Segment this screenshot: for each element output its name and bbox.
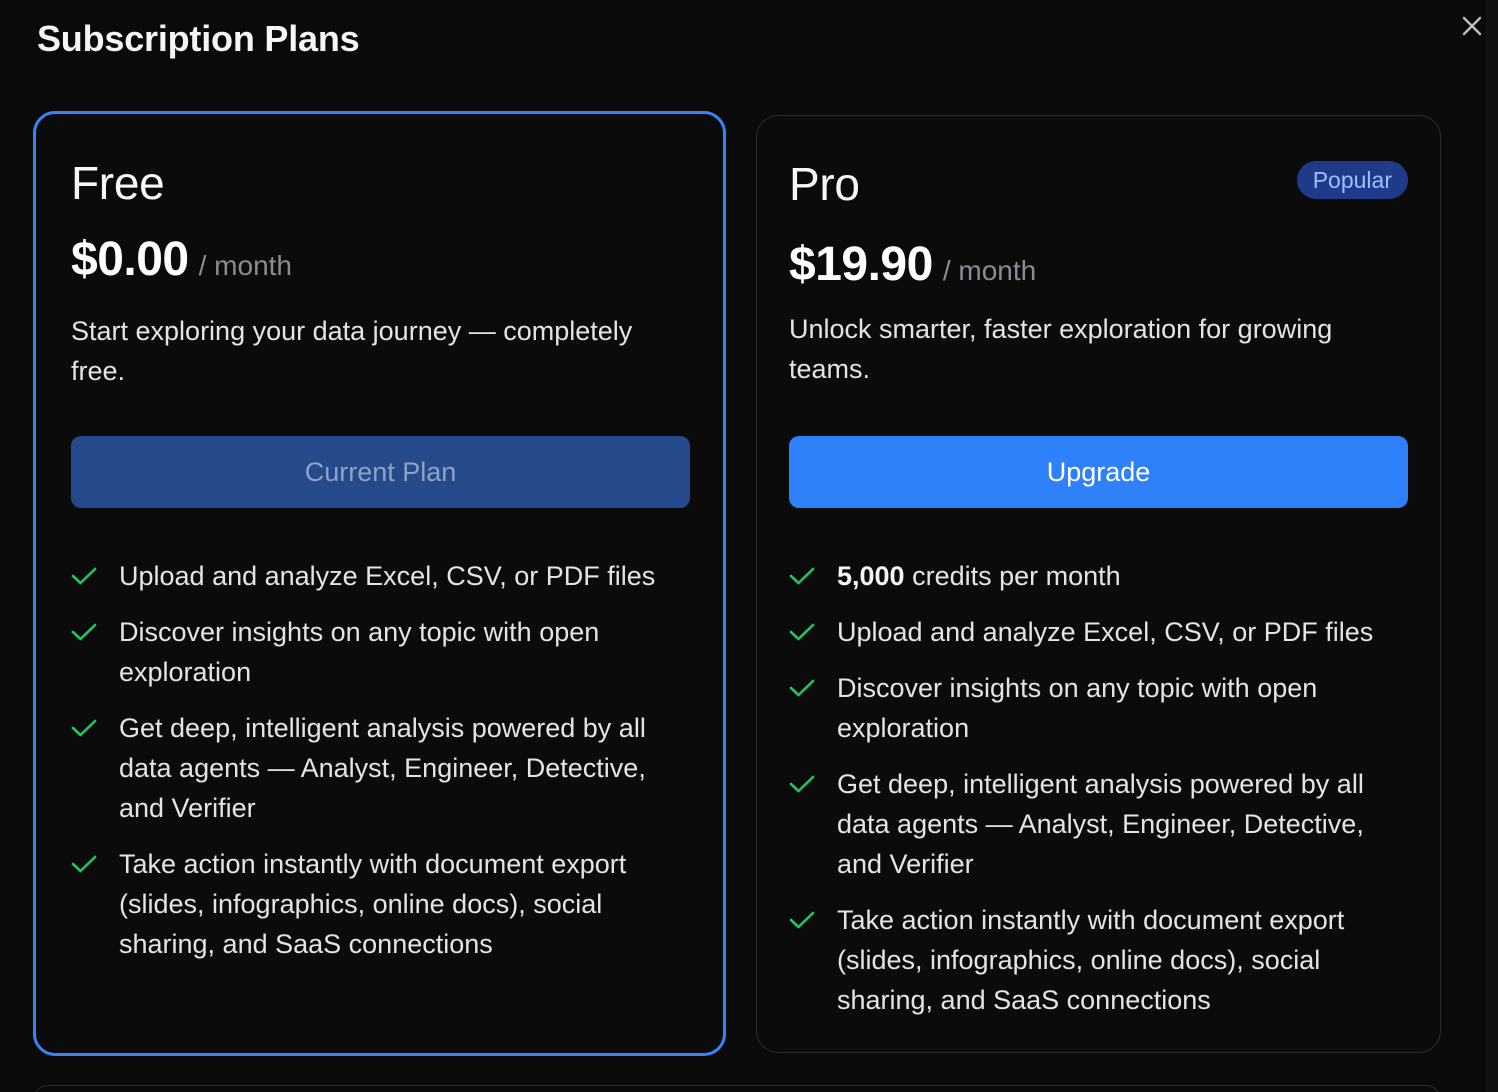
- plan-name: Pro: [789, 158, 860, 210]
- credits-text: credits per month: [904, 561, 1121, 591]
- feature-item-credits: 5,000 credits per month: [789, 556, 1389, 596]
- current-plan-button[interactable]: Current Plan: [71, 436, 690, 508]
- feature-text: Upload and analyze Excel, CSV, or PDF fi…: [119, 561, 656, 591]
- feature-item: Get deep, intelligent analysis powered b…: [71, 708, 671, 828]
- next-card-edge: [33, 1085, 1441, 1092]
- upgrade-button[interactable]: Upgrade: [789, 436, 1408, 508]
- check-icon: [789, 668, 821, 708]
- plan-description: Start exploring your data journey — comp…: [71, 316, 633, 386]
- close-button[interactable]: [1456, 10, 1488, 42]
- plan-period: / month: [942, 255, 1037, 286]
- check-icon: [71, 556, 103, 596]
- feature-text: Discover insights on any topic with open…: [837, 673, 1318, 743]
- feature-item: Take action instantly with document expo…: [789, 900, 1389, 1020]
- price-row: $19.90 / month: [789, 237, 1036, 292]
- credits-amount: 5,000: [837, 561, 905, 591]
- popular-badge: Popular: [1296, 161, 1408, 199]
- plan-price: $19.90: [789, 238, 933, 291]
- feature-item: Upload and analyze Excel, CSV, or PDF fi…: [71, 556, 671, 596]
- plan-card-free: Free $0.00 / month Start exploring your …: [33, 111, 726, 1056]
- feature-list: Upload and analyze Excel, CSV, or PDF fi…: [71, 556, 671, 980]
- check-icon: [789, 556, 821, 596]
- feature-text: Discover insights on any topic with open…: [119, 617, 600, 687]
- feature-text: Take action instantly with document expo…: [837, 905, 1345, 1015]
- price-row: $0.00 / month: [71, 232, 292, 287]
- check-icon: [71, 708, 103, 748]
- subscription-modal: Subscription Plans Free $0.00 / month St…: [0, 0, 1498, 1092]
- plan-period: / month: [198, 250, 293, 281]
- feature-item: Take action instantly with document expo…: [71, 844, 671, 964]
- feature-text: Take action instantly with document expo…: [119, 849, 627, 959]
- check-icon: [789, 612, 821, 652]
- plan-name: Free: [71, 157, 165, 209]
- feature-text: Get deep, intelligent analysis powered b…: [837, 769, 1364, 879]
- feature-item: Discover insights on any topic with open…: [71, 612, 671, 692]
- plan-card-pro: Pro Popular $19.90 / month Unlock smarte…: [756, 115, 1441, 1053]
- feature-item: Upload and analyze Excel, CSV, or PDF fi…: [789, 612, 1389, 652]
- close-icon: [1462, 16, 1482, 36]
- plan-description: Unlock smarter, faster exploration for g…: [789, 314, 1333, 384]
- plan-price: $0.00: [71, 233, 189, 286]
- feature-text: 5,000 credits per month: [837, 556, 1389, 596]
- feature-item: Get deep, intelligent analysis powered b…: [789, 764, 1389, 884]
- check-icon: [71, 612, 103, 652]
- feature-text: Get deep, intelligent analysis powered b…: [119, 713, 646, 823]
- feature-list: 5,000 credits per month Upload and analy…: [789, 556, 1389, 1036]
- feature-item: Discover insights on any topic with open…: [789, 668, 1389, 748]
- feature-text: Upload and analyze Excel, CSV, or PDF fi…: [837, 617, 1374, 647]
- check-icon: [789, 900, 821, 940]
- modal-title: Subscription Plans: [37, 18, 360, 59]
- check-icon: [71, 844, 103, 884]
- check-icon: [789, 764, 821, 804]
- scrollbar-track[interactable]: [1486, 0, 1498, 1092]
